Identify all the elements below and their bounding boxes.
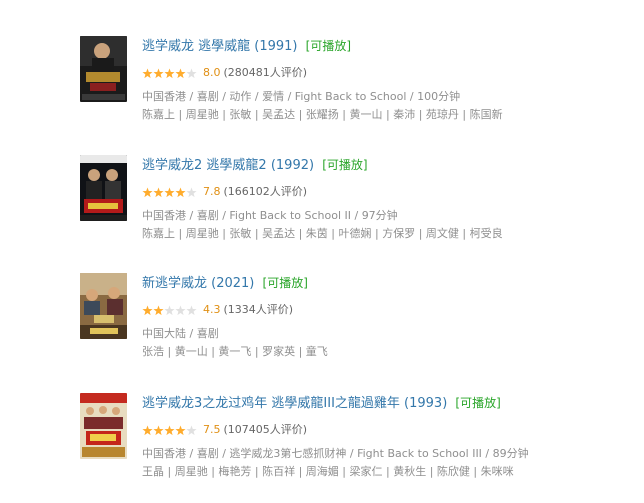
rating-score: 4.3 xyxy=(203,303,221,316)
rating-count: (107405人评价) xyxy=(223,423,308,436)
star-filled-icon xyxy=(175,425,186,435)
stars-svg xyxy=(142,425,197,435)
result-item: 新逃学威龙 (2021) [可播放] 4.3 (1334人评价) 中国大陆 / … xyxy=(80,273,640,383)
star-filled-icon xyxy=(142,425,153,435)
rating-line: 8.0 (280481人评价) xyxy=(142,64,637,82)
movie-title-link[interactable]: 逃学威龙2 逃學威龍2 xyxy=(142,158,267,173)
stars-svg xyxy=(142,68,197,78)
star-empty-icon xyxy=(186,187,197,197)
title-line: 逃学威龙 逃學威龍 (1991) [可播放] xyxy=(142,36,637,56)
star-filled-icon xyxy=(142,305,153,315)
movie-cast: 王晶 | 周星驰 | 梅艳芳 | 陈百祥 | 周海媚 | 梁家仁 | 黄秋生 |… xyxy=(142,465,514,478)
movie-cast: 张浩 | 黄一山 | 黄一飞 | 罗家英 | 童飞 xyxy=(142,345,328,358)
star-empty-icon xyxy=(175,305,186,315)
rating-score: 7.8 xyxy=(203,185,221,198)
star-filled-icon xyxy=(164,68,175,78)
star-filled-icon xyxy=(142,187,153,197)
movie-poster[interactable] xyxy=(80,273,127,339)
movie-meta: 中国香港 / 喜剧 / Fight Back to School II / 97… xyxy=(142,209,398,222)
result-item: 逃学威龙3之龙过鸡年 逃學威龍III之龍過雞年 (1993) [可播放] 7.5… xyxy=(80,393,640,503)
star-empty-icon xyxy=(186,425,197,435)
result-item: 逃学威龙2 逃學威龍2 (1992) [可播放] 7.8 (166102人评价)… xyxy=(80,155,640,265)
rating-count: (1334人评价) xyxy=(223,303,294,316)
movie-poster[interactable] xyxy=(80,393,127,459)
movie-title-link[interactable]: 新逃学威龙 xyxy=(142,276,207,291)
movie-poster[interactable] xyxy=(80,36,127,102)
star-filled-icon xyxy=(164,187,175,197)
title-line: 逃学威龙2 逃學威龍2 (1992) [可播放] xyxy=(142,155,637,175)
rating-line: 4.3 (1334人评价) xyxy=(142,301,637,319)
star-rating-icon xyxy=(142,305,197,316)
star-filled-icon xyxy=(153,68,164,78)
star-filled-icon xyxy=(153,425,164,435)
result-info: 逃学威龙2 逃學威龍2 (1992) [可播放] 7.8 (166102人评价)… xyxy=(142,155,637,243)
star-rating-icon xyxy=(142,68,197,79)
movie-cast: 陈嘉上 | 周星驰 | 张敏 | 吴孟达 | 朱茵 | 叶德娴 | 方保罗 | … xyxy=(142,227,503,240)
star-empty-icon xyxy=(164,305,175,315)
rating-count: (280481人评价) xyxy=(223,66,308,79)
star-empty-icon xyxy=(186,305,197,315)
star-rating-icon xyxy=(142,425,197,436)
result-item: 逃学威龙 逃學威龍 (1991) [可播放] 8.0 (280481人评价) 中… xyxy=(80,36,640,146)
star-empty-icon xyxy=(186,68,197,78)
movie-meta: 中国大陆 / 喜剧 xyxy=(142,327,219,340)
movie-meta: 中国香港 / 喜剧 / 动作 / 爱情 / Fight Back to Scho… xyxy=(142,90,461,103)
result-info: 逃学威龙3之龙过鸡年 逃學威龍III之龍過雞年 (1993) [可播放] 7.5… xyxy=(142,393,637,481)
playable-badge[interactable]: [可播放] xyxy=(263,276,308,290)
rating-score: 8.0 xyxy=(203,66,221,79)
stars-svg xyxy=(142,305,197,315)
movie-year: (1991) xyxy=(254,39,298,54)
movie-year: (2021) xyxy=(211,276,255,291)
result-info: 逃学威龙 逃學威龍 (1991) [可播放] 8.0 (280481人评价) 中… xyxy=(142,36,637,124)
movie-year: (1992) xyxy=(270,158,315,173)
star-filled-icon xyxy=(175,68,186,78)
playable-badge[interactable]: [可播放] xyxy=(306,39,351,53)
star-filled-icon xyxy=(175,187,186,197)
star-filled-icon xyxy=(153,305,164,315)
rating-line: 7.5 (107405人评价) xyxy=(142,421,637,439)
playable-badge[interactable]: [可播放] xyxy=(322,158,367,172)
title-line: 新逃学威龙 (2021) [可播放] xyxy=(142,273,637,293)
star-filled-icon xyxy=(153,187,164,197)
movie-year: (1993) xyxy=(404,396,448,411)
rating-count: (166102人评价) xyxy=(223,185,308,198)
stars-svg xyxy=(142,187,197,197)
playable-badge[interactable]: [可播放] xyxy=(455,396,500,410)
result-info: 新逃学威龙 (2021) [可播放] 4.3 (1334人评价) 中国大陆 / … xyxy=(142,273,637,361)
movie-meta: 中国香港 / 喜剧 / 逃学威龙3第七感抓财神 / Fight Back to … xyxy=(142,447,529,460)
movie-title-link[interactable]: 逃学威龙 逃學威龍 xyxy=(142,39,250,54)
movie-cast: 陈嘉上 | 周星驰 | 张敏 | 吴孟达 | 张耀扬 | 黄一山 | 秦沛 | … xyxy=(142,108,503,121)
rating-score: 7.5 xyxy=(203,423,221,436)
rating-line: 7.8 (166102人评价) xyxy=(142,183,637,201)
title-line: 逃学威龙3之龙过鸡年 逃學威龍III之龍過雞年 (1993) [可播放] xyxy=(142,393,637,413)
movie-title-link[interactable]: 逃学威龙3之龙过鸡年 逃學威龍III之龍過雞年 xyxy=(142,396,400,411)
star-rating-icon xyxy=(142,187,197,198)
movie-poster[interactable] xyxy=(80,155,127,221)
star-filled-icon xyxy=(164,425,175,435)
star-filled-icon xyxy=(142,68,153,78)
